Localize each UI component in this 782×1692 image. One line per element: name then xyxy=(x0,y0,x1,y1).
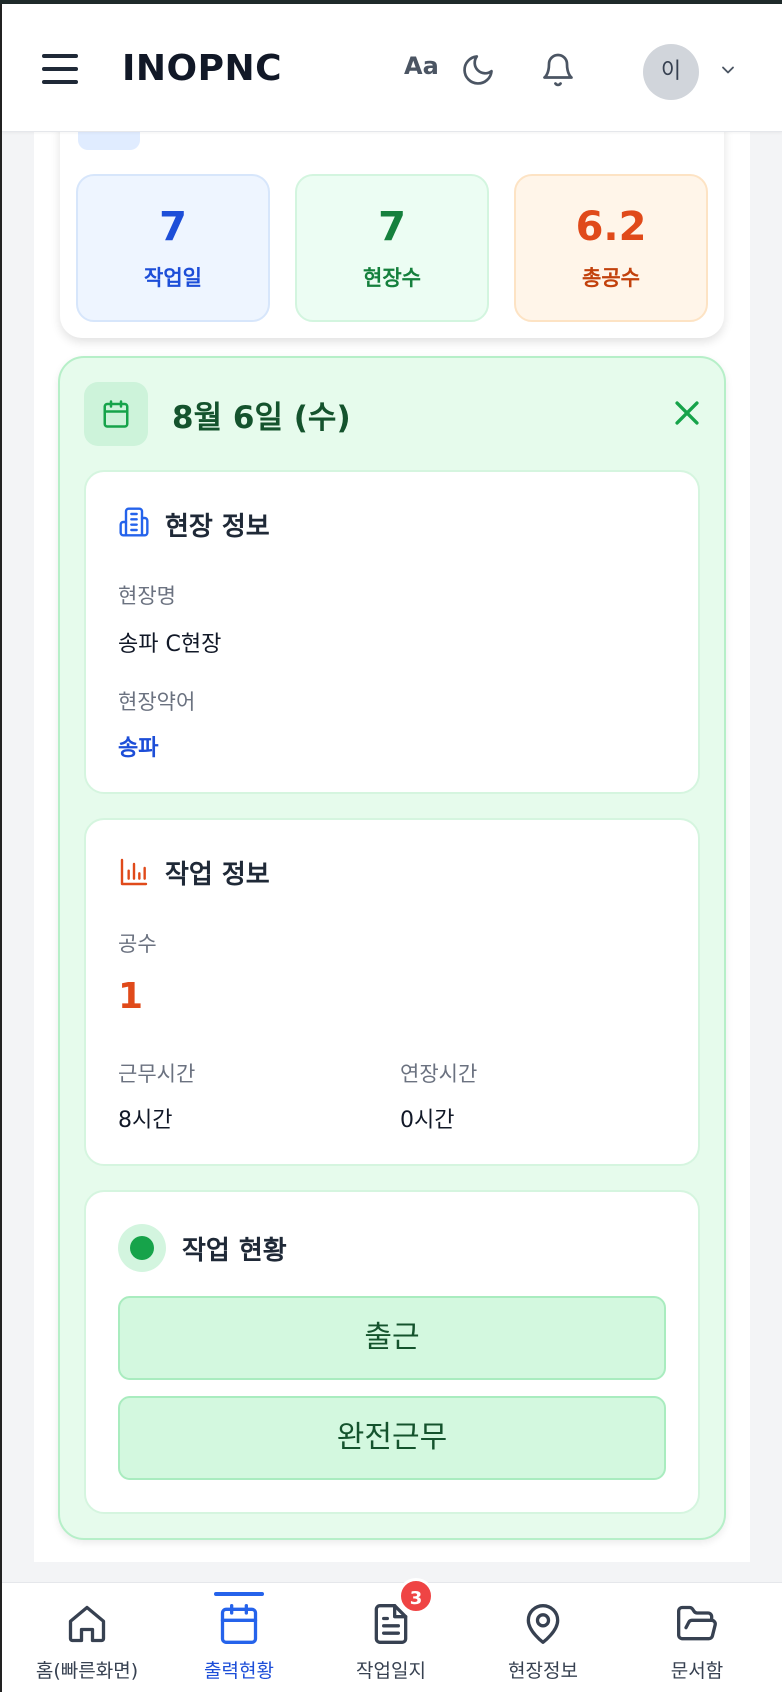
overtime-value: 0시간 xyxy=(400,1108,455,1133)
nav-label: 출력현황 xyxy=(204,1660,274,1682)
manday-value: 1 xyxy=(118,976,144,1017)
bell-icon[interactable] xyxy=(540,52,576,88)
work-info-title: 작업 정보 xyxy=(165,860,270,890)
stat-value: 7 xyxy=(159,204,187,250)
menu-icon[interactable] xyxy=(42,54,82,86)
folder-icon xyxy=(677,1605,717,1641)
notification-badge: 3 xyxy=(398,1578,434,1614)
window-edge xyxy=(0,0,2,1692)
site-name-value: 송파 C현장 xyxy=(118,632,222,657)
nav-label: 문서함 xyxy=(670,1660,724,1682)
nav-item-home[interactable]: 홈(빠른화면) xyxy=(12,1590,162,1690)
work-hours-value: 8시간 xyxy=(118,1108,173,1133)
stat-label: 총공수 xyxy=(582,266,640,290)
calendar-badge xyxy=(84,382,148,446)
brand-logo: INOPNC xyxy=(122,48,283,89)
close-icon[interactable] xyxy=(670,396,704,430)
stat-site-count: 7 현장수 xyxy=(295,174,489,322)
stat-label: 현장수 xyxy=(363,266,421,290)
avatar[interactable]: 이 xyxy=(643,44,699,100)
stat-total-mandays: 6.2 총공수 xyxy=(514,174,708,322)
manday-label: 공수 xyxy=(118,932,157,956)
home-icon xyxy=(68,1605,106,1643)
nav-label: 작업일지 xyxy=(356,1660,426,1682)
stat-label: 작업일 xyxy=(144,266,202,290)
font-size-button[interactable]: Aa xyxy=(404,52,439,80)
nav-item-attendance[interactable]: 출력현황 xyxy=(164,1590,314,1690)
site-info-title: 현장 정보 xyxy=(165,512,270,542)
stat-value: 6.2 xyxy=(575,204,647,250)
full-work-button[interactable]: 완전근무 xyxy=(118,1396,666,1480)
nav-item-work-log[interactable]: 작업일지 xyxy=(316,1590,466,1690)
site-name-label: 현장명 xyxy=(118,584,176,608)
calendar-icon xyxy=(220,1604,258,1644)
work-hours-label: 근무시간 xyxy=(118,1062,196,1086)
work-status-title: 작업 현황 xyxy=(182,1236,287,1266)
dark-mode-moon-icon[interactable] xyxy=(460,52,496,88)
day-title: 8월 6일 (수) xyxy=(172,400,351,436)
stat-value: 7 xyxy=(378,204,406,250)
status-indicator-icon xyxy=(118,1224,166,1272)
building-icon xyxy=(119,507,149,537)
site-abbr-label: 현장약어 xyxy=(118,690,196,714)
site-abbr-value[interactable]: 송파 xyxy=(118,730,158,762)
bar-chart-icon xyxy=(120,858,148,886)
nav-item-site-info[interactable]: 현장정보 xyxy=(468,1590,618,1690)
chevron-down-icon[interactable] xyxy=(718,60,738,80)
nav-item-documents[interactable]: 문서함 xyxy=(622,1590,772,1690)
check-in-button[interactable]: 출근 xyxy=(118,1296,666,1380)
summary-tab-indicator xyxy=(78,130,140,150)
nav-label: 홈(빠른화면) xyxy=(35,1660,139,1682)
stat-work-days: 7 작업일 xyxy=(76,174,270,322)
calendar-icon xyxy=(103,400,129,428)
app-header: INOPNC Aa 이 xyxy=(2,4,782,132)
map-pin-icon xyxy=(526,1604,560,1644)
nav-label: 현장정보 xyxy=(508,1660,578,1682)
overtime-label: 연장시간 xyxy=(400,1062,478,1086)
